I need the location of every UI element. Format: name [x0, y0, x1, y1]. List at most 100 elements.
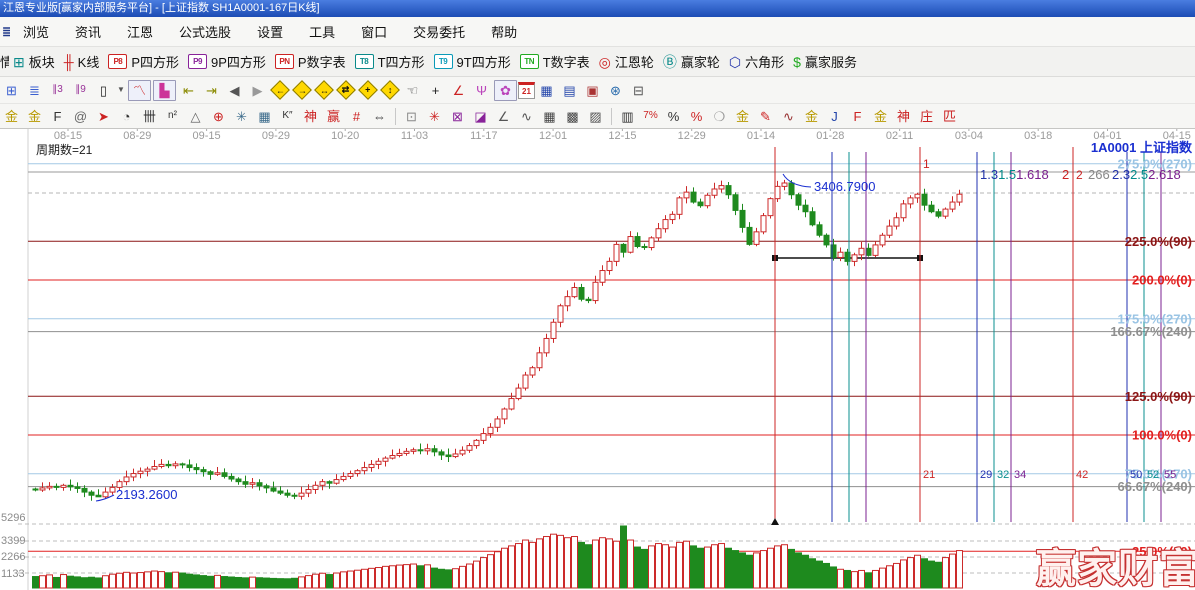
- sector-button[interactable]: ⊞板块: [13, 52, 55, 71]
- menu-item-江恩[interactable]: 江恩: [114, 22, 166, 41]
- candle-style-icon[interactable]: ▯: [93, 81, 114, 100]
- calendar-21-icon[interactable]: 21: [518, 82, 535, 99]
- volume-bar: [229, 577, 235, 588]
- volume-bar: [166, 573, 172, 588]
- t-number-table-button[interactable]: TNT数字表: [520, 52, 590, 71]
- box-diagonals-icon[interactable]: ⊠: [447, 107, 468, 126]
- save-icon[interactable]: ▣: [582, 81, 603, 100]
- pink-flower-icon[interactable]: ✿: [494, 80, 517, 101]
- radial-web-icon[interactable]: ✳: [231, 107, 252, 126]
- diamond-right-icon[interactable]: →: [292, 80, 312, 100]
- pink-fork-icon[interactable]: Ψ: [471, 81, 492, 100]
- diamond-leftright-icon[interactable]: ↔: [314, 80, 334, 100]
- kline-panel-icon[interactable]: ⊞: [1, 81, 22, 100]
- t-square-button[interactable]: T8T四方形: [355, 52, 425, 71]
- clock-circle-icon[interactable]: ◔: [116, 107, 137, 126]
- quote-list-icon[interactable]: ≣: [24, 81, 45, 100]
- dense-grid-2-icon[interactable]: ▩: [562, 107, 583, 126]
- notes-icon[interactable]: ▤: [559, 81, 580, 100]
- hand-tool-icon[interactable]: ☜: [402, 81, 423, 100]
- bars-3-icon[interactable]: ∥3: [47, 81, 68, 100]
- mirror-triangle-icon[interactable]: △: [185, 107, 206, 126]
- next-bar-icon[interactable]: ▶: [247, 81, 268, 100]
- f-angle-icon[interactable]: F: [847, 107, 868, 126]
- hexagon-button[interactable]: ⬡六角形: [729, 52, 784, 71]
- gold-square-1-icon[interactable]: 金: [1, 107, 22, 126]
- diamond-swap-icon[interactable]: ⇄: [336, 80, 356, 100]
- first-bar-icon[interactable]: ⇤: [178, 81, 199, 100]
- target-circle-icon[interactable]: ⊕: [208, 107, 229, 126]
- last-bar-icon[interactable]: ⇥: [201, 81, 222, 100]
- rocket-icon[interactable]: ➤: [93, 107, 114, 126]
- diamond-left-icon[interactable]: ←: [270, 80, 290, 100]
- cycle-number-label: 34: [1014, 469, 1026, 481]
- bars-9-icon[interactable]: ∥9: [70, 81, 91, 100]
- span-arrows-icon[interactable]: ⇔: [369, 107, 390, 126]
- percent-line-icon[interactable]: %: [686, 107, 707, 126]
- menu-item-帮助[interactable]: 帮助: [478, 22, 530, 41]
- date-tick-label: 04-15: [1163, 130, 1191, 142]
- title-bar[interactable]: 江恩专业版[赢家内部服务平台] - [上证指数 SH1A0001-167日K线]: [0, 0, 1195, 17]
- ruler-123-icon[interactable]: #: [346, 107, 367, 126]
- diamond-plus-icon[interactable]: +: [358, 80, 378, 100]
- shen-tool-icon[interactable]: 神: [300, 107, 321, 126]
- p-number-table-button[interactable]: PNP数字表: [275, 52, 346, 71]
- ying-tool-icon[interactable]: 赢: [323, 107, 344, 126]
- menu-item-工具[interactable]: 工具: [296, 22, 348, 41]
- gold-square-2-icon[interactable]: 金: [24, 107, 45, 126]
- volume-bar: [565, 538, 571, 588]
- k-quote-icon[interactable]: K″: [277, 107, 298, 126]
- red-pencil-icon[interactable]: ✎: [755, 107, 776, 126]
- angle-measure-icon[interactable]: ∠: [448, 81, 469, 100]
- tally-ruler-icon[interactable]: 卌: [139, 107, 160, 126]
- p9-square-button[interactable]: P99P四方形: [188, 52, 266, 71]
- winner-service-button[interactable]: $赢家服务: [793, 52, 857, 71]
- gann-wheel-button[interactable]: ◎江恩轮: [599, 52, 654, 71]
- red-wave-icon[interactable]: ∿: [778, 107, 799, 126]
- percent-icon[interactable]: %: [663, 107, 684, 126]
- crosshair-tool-icon[interactable]: +: [425, 81, 446, 100]
- fan-lines-icon[interactable]: ✳: [424, 107, 445, 126]
- wave-line-icon[interactable]: ∿: [516, 107, 537, 126]
- winner-wheel-button[interactable]: Ⓑ赢家轮: [663, 52, 720, 71]
- menu-item-公式选股[interactable]: 公式选股: [166, 22, 244, 41]
- candle-style-caret-icon[interactable]: ▼: [116, 81, 126, 100]
- kline-button[interactable]: ╫K线: [64, 52, 100, 71]
- color-chart-icon[interactable]: ▙: [153, 80, 176, 101]
- prev-bar-icon[interactable]: ◀: [224, 81, 245, 100]
- seven-percent-icon[interactable]: 7%: [640, 107, 661, 126]
- p-square-button[interactable]: P8P四方形: [108, 52, 179, 71]
- candle: [922, 194, 927, 205]
- gold-box-icon[interactable]: 金: [801, 107, 822, 126]
- menu-item-窗口[interactable]: 窗口: [348, 22, 400, 41]
- gann-zigzag-icon[interactable]: 〽: [128, 80, 151, 101]
- gold-angle-icon[interactable]: 金: [870, 107, 891, 126]
- dense-grid-icon[interactable]: ▦: [539, 107, 560, 126]
- box-corner-icon[interactable]: ◪: [470, 107, 491, 126]
- gold-line-icon[interactable]: 金: [732, 107, 753, 126]
- menu-item-浏览[interactable]: 浏览: [10, 22, 62, 41]
- angle-lines-icon[interactable]: ∠: [493, 107, 514, 126]
- print-icon[interactable]: ⊟: [628, 81, 649, 100]
- j-angle-icon[interactable]: J: [824, 107, 845, 126]
- t9-square-button[interactable]: T99T四方形: [434, 52, 511, 71]
- zhuang-angle-icon[interactable]: 庄: [916, 107, 937, 126]
- menu-item-交易委托[interactable]: 交易委托: [400, 22, 478, 41]
- candle: [453, 454, 458, 457]
- f-ruler-icon[interactable]: F: [47, 107, 68, 126]
- pi-angle-icon[interactable]: 匹: [939, 107, 960, 126]
- grid-web-icon[interactable]: ▦: [254, 107, 275, 126]
- export-globe-icon[interactable]: ⊛: [605, 81, 626, 100]
- hatch-lines-icon[interactable]: ▨: [585, 107, 606, 126]
- menu-item-资讯[interactable]: 资讯: [62, 22, 114, 41]
- menu-item-设置[interactable]: 设置: [244, 22, 296, 41]
- n-squared-icon[interactable]: n²: [162, 107, 183, 126]
- coin-gray-icon[interactable]: ❍: [709, 107, 730, 126]
- grid-anchor-icon[interactable]: ⊡: [401, 107, 422, 126]
- spiral-icon[interactable]: @: [70, 107, 91, 126]
- menu-system-icon[interactable]: ≣: [2, 24, 10, 40]
- calculator-icon[interactable]: ▦: [536, 81, 557, 100]
- column-chart-icon[interactable]: ▥: [617, 107, 638, 126]
- shen-angle-icon[interactable]: 神: [893, 107, 914, 126]
- diamond-updown-icon[interactable]: ↕: [380, 80, 400, 100]
